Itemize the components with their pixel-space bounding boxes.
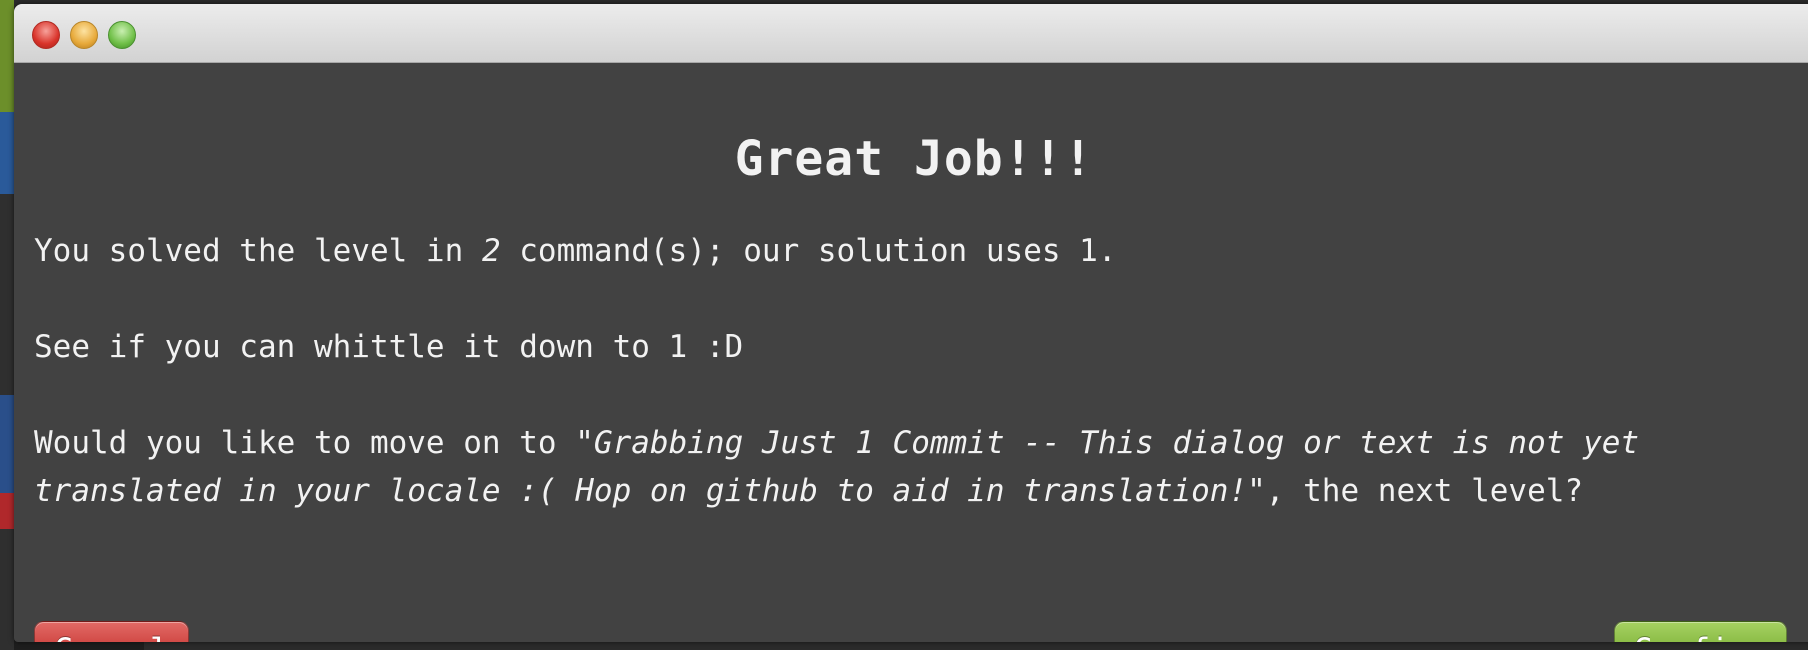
background-app <box>0 0 14 650</box>
prompt-text: ", the next level? <box>1247 473 1584 509</box>
title-bar <box>14 4 1808 63</box>
next-level-prompt: Would you like to move on to "Grabbing J… <box>34 419 1639 515</box>
minimize-window-button[interactable] <box>70 21 98 49</box>
prompt-text: Would you like to move on to " <box>34 425 594 461</box>
background-panel <box>0 0 14 112</box>
hint-message: See if you can whittle it down to 1 :D <box>34 329 744 365</box>
background-panel <box>0 112 14 194</box>
confirm-button[interactable]: Confirm <box>1614 621 1787 642</box>
cancel-button[interactable]: Cancel <box>34 621 189 642</box>
zoom-window-button[interactable] <box>108 21 136 49</box>
command-count: 2 <box>481 233 501 269</box>
next-level-name: translated in your locale :( Hop on gith… <box>34 473 1248 509</box>
result-message: You solved the level in 2 command(s); ou… <box>34 227 1117 275</box>
background-panel <box>0 395 14 495</box>
next-level-name: Grabbing Just 1 Commit -- This dialog or… <box>593 425 1640 461</box>
result-text: command(s); our solution uses 1. <box>500 233 1117 269</box>
close-window-button[interactable] <box>32 21 60 49</box>
level-complete-dialog: Great Job!!! You solved the level in 2 c… <box>14 4 1808 642</box>
result-text: You solved the level in <box>34 233 482 269</box>
dialog-heading: Great Job!!! <box>734 131 1094 187</box>
background-panel <box>0 493 14 529</box>
dialog-body: Great Job!!! You solved the level in 2 c… <box>14 63 1808 642</box>
